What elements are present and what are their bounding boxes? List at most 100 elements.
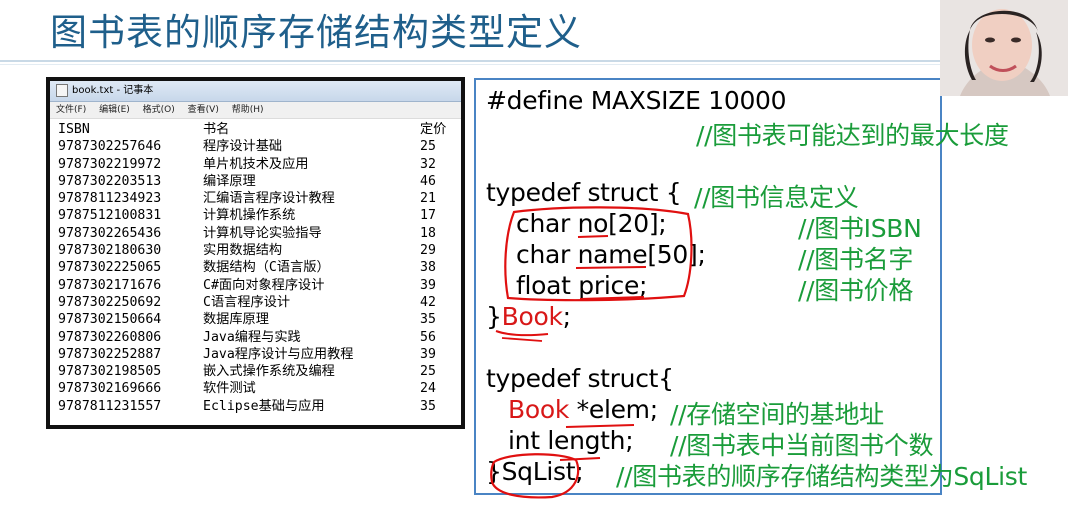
table-header-row: ISBN 书名 定价 <box>58 121 461 138</box>
typedef-book-open: typedef struct { <box>486 178 682 207</box>
cell-title: 计算机导论实验指导 <box>203 225 322 241</box>
table-row: 9787302265436 计算机导论实验指导 18 <box>58 225 461 242</box>
table-row: 9787302198505 嵌入式操作系统及编程 25 <box>58 363 461 380</box>
cell-isbn: 9787302203513 <box>58 173 162 189</box>
cell-price: 24 <box>420 381 436 397</box>
header-isbn: ISBN <box>58 122 90 137</box>
cell-price: 42 <box>420 294 436 310</box>
cell-title: 程序设计基础 <box>203 139 283 155</box>
cell-title: Java编程与实践 <box>203 329 301 345</box>
notepad-window[interactable]: book.txt - 记事本 文件(F) 编辑(E) 格式(O) 查看(V) 帮… <box>46 77 465 429</box>
table-row: 9787302203513 编译原理 46 <box>58 173 461 190</box>
header-title: 书名 <box>203 122 230 137</box>
cell-price: 39 <box>420 277 436 293</box>
cell-price: 56 <box>420 329 436 345</box>
cell-title: C语言程序设计 <box>203 294 291 310</box>
cell-isbn: 9787302198505 <box>58 364 162 380</box>
cell-title: Eclipse基础与应用 <box>203 398 325 414</box>
presenter-webcam <box>940 0 1068 96</box>
table-row: 9787811234923 汇编语言程序设计教程 21 <box>58 190 461 207</box>
cell-price: 32 <box>420 156 436 172</box>
cell-isbn: 9787811234923 <box>58 191 162 207</box>
cell-isbn: 9787302150664 <box>58 312 162 328</box>
cell-isbn: 9787302265436 <box>58 225 162 241</box>
cell-title: 嵌入式操作系统及编程 <box>203 364 335 380</box>
table-row: 9787302150664 数据库原理 35 <box>58 311 461 328</box>
table-row: 9787302171676 C#面向对象程序设计 39 <box>58 277 461 294</box>
table-row: 9787811231557 Eclipse基础与应用 35 <box>58 398 461 415</box>
notepad-titlebar[interactable]: book.txt - 记事本 <box>50 81 461 102</box>
semicolon: ; <box>562 302 571 331</box>
cell-title: C#面向对象程序设计 <box>203 277 325 293</box>
cell-price: 25 <box>420 139 436 155</box>
define-line: #define MAXSIZE 10000 <box>486 86 787 115</box>
cell-isbn: 9787302260806 <box>58 329 162 345</box>
cell-isbn: 9787302252887 <box>58 346 162 362</box>
cell-price: 35 <box>420 398 436 414</box>
table-row: 9787302260806 Java编程与实践 56 <box>58 329 461 346</box>
field-no: char no[20]; <box>516 209 667 238</box>
title-divider-secondary <box>0 64 940 65</box>
cell-title: 单片机技术及应用 <box>203 156 309 172</box>
elem-decl: *elem; <box>569 395 659 424</box>
menu-edit[interactable]: 编辑(E) <box>99 105 130 115</box>
cell-isbn: 9787302225065 <box>58 260 162 276</box>
cell-price: 25 <box>420 364 436 380</box>
close-brace: } <box>486 302 502 331</box>
cell-title: 编译原理 <box>203 173 256 189</box>
field-price-comment: //图书价格 <box>798 276 914 305</box>
table-row: 9787302169666 软件测试 24 <box>58 380 461 397</box>
menu-file[interactable]: 文件(F) <box>56 105 86 115</box>
typedef-sqlist-open: typedef struct{ <box>486 364 674 393</box>
cell-title: 数据库原理 <box>203 312 269 328</box>
menu-view[interactable]: 查看(V) <box>188 105 219 115</box>
field-name: char name[50]; <box>516 240 706 269</box>
cell-title: 实用数据结构 <box>203 243 283 259</box>
cell-price: 39 <box>420 346 436 362</box>
cell-price: 21 <box>420 191 436 207</box>
title-divider <box>0 60 940 62</box>
cell-isbn: 9787302250692 <box>58 294 162 310</box>
cell-isbn: 9787302171676 <box>58 277 162 293</box>
code-box: #define MAXSIZE 10000 //图书表可能达到的最大长度 typ… <box>474 78 1027 495</box>
cell-isbn: 9787512100831 <box>58 208 162 224</box>
sqlist-comment: //图书表的顺序存储结构类型为SqList <box>616 462 1027 491</box>
table-row: 9787302225065 数据结构（C语言版） 38 <box>58 259 461 276</box>
cell-price: 29 <box>420 243 436 259</box>
field-length: int length; <box>508 426 634 455</box>
menu-format[interactable]: 格式(O) <box>143 105 175 115</box>
notepad-menubar: 文件(F) 编辑(E) 格式(O) 查看(V) 帮助(H) <box>50 102 461 119</box>
define-comment: //图书表可能达到的最大长度 <box>696 121 1009 150</box>
notepad-window-title: book.txt - 记事本 <box>72 85 154 96</box>
menu-help[interactable]: 帮助(H) <box>232 105 264 115</box>
cell-title: Java程序设计与应用教程 <box>203 346 354 362</box>
field-elem: Book *elem; <box>508 395 658 424</box>
cell-price: 17 <box>420 208 436 224</box>
table-row: 9787302219972 单片机技术及应用 32 <box>58 156 461 173</box>
notepad-icon <box>56 83 68 97</box>
cell-title: 数据结构（C语言版） <box>203 260 330 276</box>
cell-title: 汇编语言程序设计教程 <box>203 191 335 207</box>
header-price: 定价 <box>420 122 447 137</box>
slide-title: 图书表的顺序存储结构类型定义 <box>50 11 582 54</box>
cell-isbn: 9787302180630 <box>58 243 162 259</box>
table-row: 9787302257646 程序设计基础 25 <box>58 138 461 155</box>
table-row: 9787302250692 C语言程序设计 42 <box>58 294 461 311</box>
elem-type: Book <box>508 395 570 424</box>
table-row: 9787512100831 计算机操作系统 17 <box>58 207 461 224</box>
table-row: 9787302180630 实用数据结构 29 <box>58 242 461 259</box>
cell-price: 38 <box>420 260 436 276</box>
sqlist-close: }SqList; <box>486 457 584 486</box>
cell-title: 软件测试 <box>203 381 256 397</box>
table-row: 9787302252887 Java程序设计与应用教程 39 <box>58 346 461 363</box>
book-type-name: Book <box>501 302 563 331</box>
cell-isbn: 9787302169666 <box>58 381 162 397</box>
notepad-text-area[interactable]: ISBN 书名 定价 9787302257646 程序设计基础 25 97873022… <box>50 119 461 415</box>
cell-title: 计算机操作系统 <box>203 208 296 224</box>
cell-isbn: 9787302219972 <box>58 156 162 172</box>
field-price: float price; <box>516 271 648 300</box>
cell-isbn: 9787302257646 <box>58 139 162 155</box>
book-struct-close: }Book; <box>486 302 571 331</box>
cell-isbn: 9787811231557 <box>58 398 162 414</box>
presenter-portrait <box>940 0 1068 96</box>
